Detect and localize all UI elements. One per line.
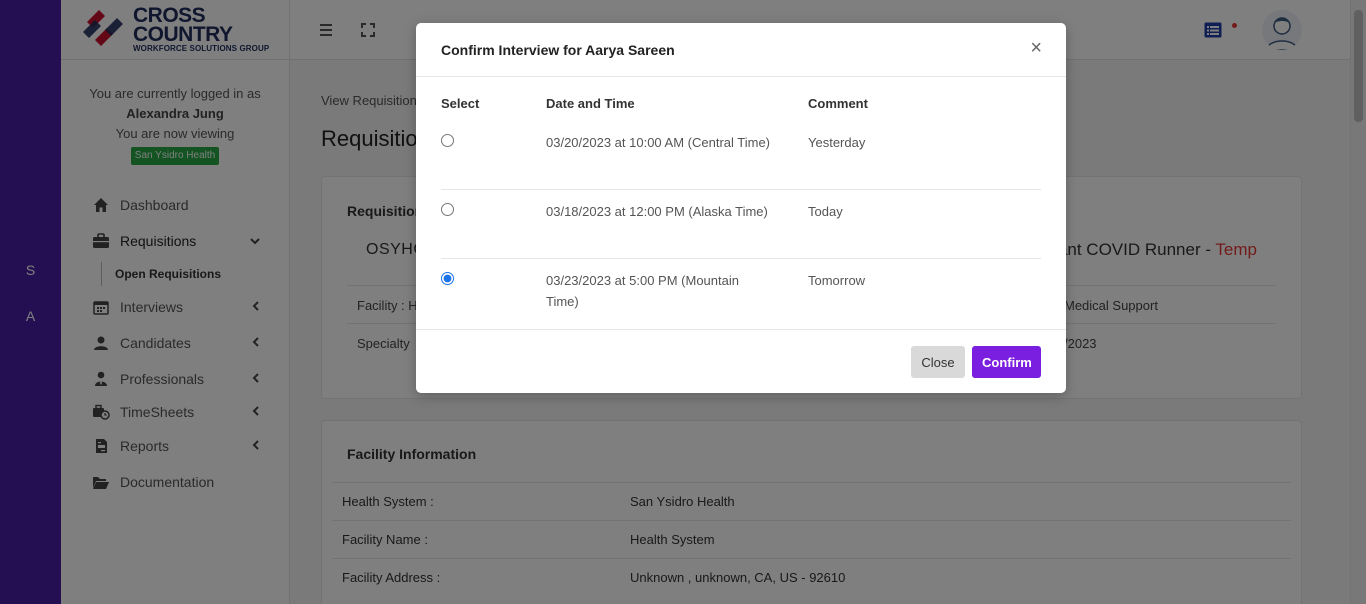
modal-title: Confirm Interview for Aarya Sareen bbox=[441, 42, 675, 58]
slot-radio[interactable] bbox=[441, 203, 454, 216]
slot-radio[interactable] bbox=[441, 272, 454, 285]
column-header-select: Select bbox=[441, 96, 480, 111]
slot-datetime: 03/18/2023 at 12:00 PM (Alaska Time) bbox=[546, 204, 768, 219]
interview-slot-row[interactable]: 03/23/2023 at 5:00 PM (Mountain Time) To… bbox=[441, 259, 1041, 328]
modal-header: Confirm Interview for Aarya Sareen × bbox=[416, 23, 1066, 77]
column-header-date-time: Date and Time bbox=[546, 96, 635, 111]
close-button[interactable]: Close bbox=[911, 346, 965, 378]
slot-comment: Yesterday bbox=[808, 135, 866, 150]
interview-slot-row[interactable]: 03/18/2023 at 12:00 PM (Alaska Time) Tod… bbox=[441, 190, 1041, 259]
slot-comment: Today bbox=[808, 204, 843, 219]
interview-slot-row[interactable]: 03/20/2023 at 10:00 AM (Central Time) Ye… bbox=[441, 121, 1041, 190]
slot-datetime: 03/23/2023 at 5:00 PM (Mountain Time) bbox=[546, 273, 739, 309]
close-icon[interactable]: × bbox=[1030, 38, 1042, 58]
confirm-interview-modal: Confirm Interview for Aarya Sareen × Sel… bbox=[416, 23, 1066, 393]
slot-radio[interactable] bbox=[441, 134, 454, 147]
modal-footer: Close Confirm bbox=[416, 329, 1066, 393]
confirm-button[interactable]: Confirm bbox=[972, 346, 1041, 378]
slot-comment: Tomorrow bbox=[808, 273, 866, 288]
column-header-comment: Comment bbox=[808, 96, 868, 111]
slot-datetime: 03/20/2023 at 10:00 AM (Central Time) bbox=[546, 135, 771, 150]
